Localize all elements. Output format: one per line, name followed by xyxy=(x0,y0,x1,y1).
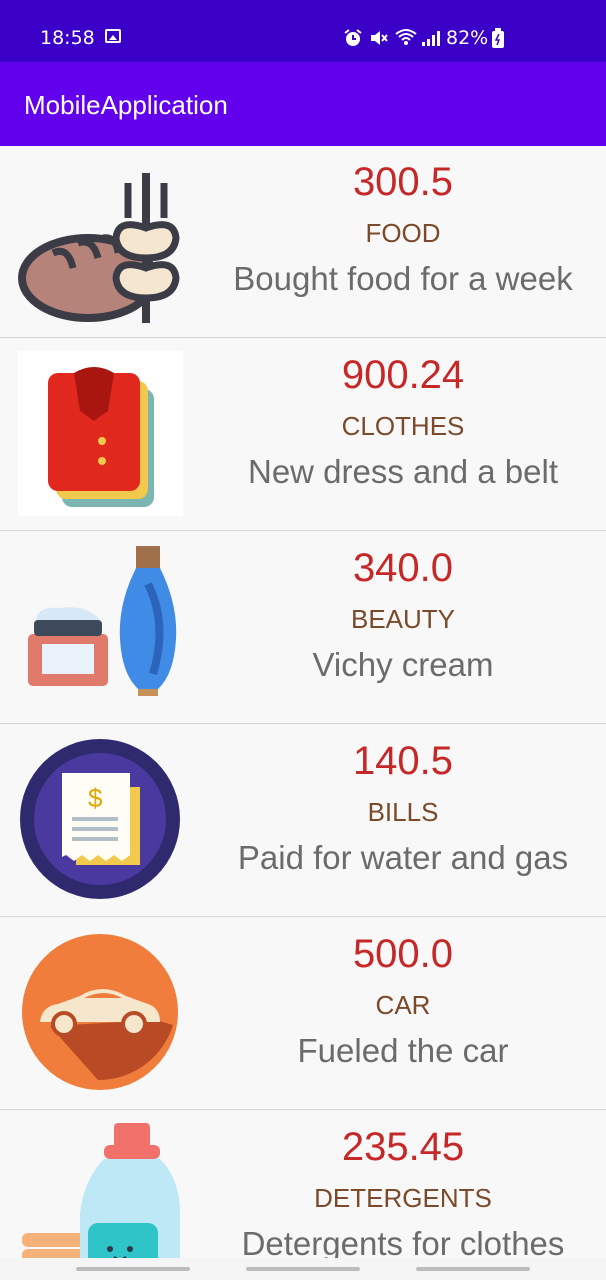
gesture-nav-bar[interactable] xyxy=(0,1258,606,1280)
item-category: BEAUTY xyxy=(350,604,456,634)
item-description: New dress and a belt xyxy=(247,453,558,490)
list-item[interactable]: 300.5 FOOD Bought food for a week xyxy=(0,146,606,338)
expense-list[interactable]: 300.5 FOOD Bought food for a week 900.24… xyxy=(0,146,606,1258)
item-description: Vichy cream xyxy=(312,646,494,683)
item-category: BILLS xyxy=(367,797,439,827)
gallery-icon xyxy=(105,29,121,43)
mute-icon xyxy=(371,31,388,45)
app-title: MobileApplication xyxy=(24,90,228,120)
clothes-stack-icon xyxy=(18,351,183,516)
list-item[interactable]: 340.0 BEAUTY Vichy cream xyxy=(0,532,606,724)
list-item[interactable]: 500.0 CAR Fueled the car xyxy=(0,918,606,1110)
item-category: CLOTHES xyxy=(341,411,465,441)
car-icon xyxy=(22,934,178,1090)
alarm-icon xyxy=(344,29,362,46)
item-category: DETERGENTS xyxy=(314,1183,492,1213)
app-bar: MobileApplication xyxy=(0,62,606,146)
receipt-icon: $ xyxy=(20,739,180,899)
signal-icon xyxy=(422,31,440,46)
item-amount: 140.5 xyxy=(352,739,454,783)
list-item[interactable]: 900.24 CLOTHES New dress and a belt xyxy=(0,339,606,531)
cosmetics-icon xyxy=(28,546,177,696)
item-category: CAR xyxy=(375,990,431,1020)
item-description: Fueled the car xyxy=(297,1032,509,1069)
bread-wheat-icon xyxy=(18,173,180,323)
battery-percent: 82% xyxy=(446,27,489,49)
item-amount: 500.0 xyxy=(352,932,454,976)
list-item[interactable]: 235.45 DETERGENTS Detergents for clothes xyxy=(0,1111,606,1258)
item-amount: 235.45 xyxy=(341,1125,465,1169)
item-description: Bought food for a week xyxy=(233,260,573,297)
nav-handle-center[interactable] xyxy=(246,1267,360,1271)
item-description: Detergents for clothes xyxy=(241,1225,565,1258)
item-description: Paid for water and gas xyxy=(237,839,569,876)
item-amount: 340.0 xyxy=(352,546,454,590)
list-item[interactable]: $ 140.5 BILLS Paid for water and gas xyxy=(0,725,606,917)
wifi-icon xyxy=(395,29,417,45)
status-bar: 18:58 82% xyxy=(0,0,606,62)
detergent-bottle-icon xyxy=(22,1123,180,1258)
item-amount: 900.24 xyxy=(341,353,465,397)
item-category: FOOD xyxy=(365,218,441,248)
status-time: 18:58 xyxy=(40,27,95,49)
nav-handle-right[interactable] xyxy=(416,1267,530,1271)
nav-handle-left[interactable] xyxy=(76,1267,190,1271)
battery-icon xyxy=(492,28,504,48)
item-amount: 300.5 xyxy=(352,160,454,204)
svg-text:$: $ xyxy=(88,783,103,813)
